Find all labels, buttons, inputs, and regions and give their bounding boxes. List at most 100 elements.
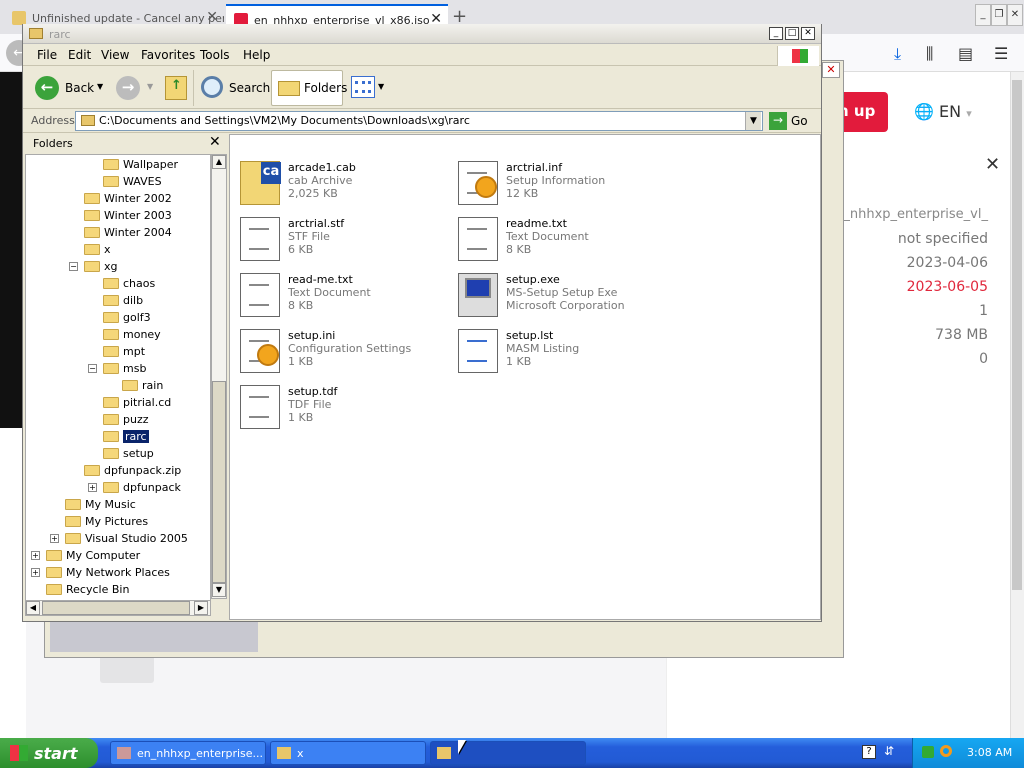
file-item[interactable]: arctrial.stf STF File 6 KB (236, 215, 456, 265)
expand-icon[interactable]: + (88, 483, 97, 492)
window-titlebar[interactable] (23, 24, 821, 44)
file-item[interactable]: readme.txt Text Document 8 KB (454, 215, 674, 265)
tree-node[interactable]: money (103, 327, 161, 344)
library-icon[interactable]: ⫼ (926, 44, 933, 64)
tree-node-label: money (123, 328, 161, 341)
tree-node[interactable]: chaos (103, 276, 155, 293)
tree-node[interactable]: My Pictures (65, 514, 148, 531)
close-icon[interactable]: ✕ (985, 154, 1000, 175)
forward-arrow-icon[interactable]: → (116, 76, 140, 100)
folder-tree[interactable]: Wallpaper WAVES Winter 2002 Winter 2003 Wint… (25, 154, 211, 616)
up-folder-icon[interactable]: ↑ (165, 76, 187, 100)
tree-node[interactable]: Winter 2003 (84, 208, 172, 225)
tree-node[interactable]: golf3 (103, 310, 151, 327)
chevron-down-icon[interactable]: ▼ (378, 82, 384, 91)
menu-tools[interactable]: Tools (200, 48, 230, 62)
file-item[interactable]: setup.ini Configuration Settings 1 KB (236, 327, 456, 377)
expand-icon[interactable]: + (31, 568, 40, 577)
chevron-down-icon[interactable]: ▼ (745, 112, 761, 130)
restore-button[interactable]: ❐ (991, 4, 1007, 26)
tree-node[interactable]: + My Network Places (31, 565, 170, 582)
scrollbar-thumb[interactable] (1012, 80, 1022, 590)
chevron-down-icon: ▾ (966, 107, 972, 120)
tree-horizontal-scrollbar[interactable]: ◀ ▶ (25, 600, 211, 616)
file-item[interactable]: ca arcade1.cab cab Archive 2,025 KB (236, 159, 456, 209)
tree-node[interactable]: Winter 2004 (84, 225, 172, 242)
file-item[interactable]: setup.tdf TDF File 1 KB (236, 383, 456, 433)
setup-info-icon (458, 161, 498, 205)
views-icon[interactable] (351, 76, 375, 98)
taskbar-task[interactable]: x (270, 741, 426, 765)
expand-icon[interactable]: + (50, 534, 59, 543)
hamburger-menu-icon[interactable]: ☰ (994, 44, 1008, 63)
folder-icon (84, 193, 100, 204)
menu-edit[interactable]: Edit (68, 48, 91, 62)
taskbar-task[interactable]: en_nhhxp_enterprise... (110, 741, 266, 765)
menu-file[interactable]: File (37, 48, 57, 62)
tree-node[interactable]: Wallpaper (103, 157, 178, 174)
file-list[interactable]: ca arcade1.cab cab Archive 2,025 KB arctrial… (229, 134, 821, 620)
collapse-icon[interactable]: − (88, 364, 97, 373)
maximize-button[interactable]: □ (785, 27, 799, 40)
tree-node[interactable]: dilb (103, 293, 143, 310)
file-item[interactable]: setup.lst MASM Listing 1 KB (454, 327, 674, 377)
language-selector[interactable]: 🌐 EN ▾ (914, 102, 972, 121)
tree-node[interactable]: pitrial.cd (103, 395, 171, 412)
close-button[interactable]: ✕ (801, 27, 815, 40)
tree-node[interactable]: Recycle Bin (46, 582, 129, 599)
back-button[interactable]: Back (65, 81, 94, 95)
tree-node[interactable]: − msb (88, 361, 146, 378)
file-item[interactable]: setup.exe MS-Setup Setup Exe Microsoft Cor… (454, 271, 674, 321)
folders-button[interactable]: Folders (271, 70, 347, 106)
download-icon[interactable]: ⤓ (894, 44, 901, 64)
tree-node[interactable]: rain (122, 378, 163, 395)
menu-favorites[interactable]: Favorites (141, 48, 195, 62)
sidebar-icon[interactable]: ▤ (958, 44, 973, 63)
tree-node[interactable]: WAVES (103, 174, 162, 191)
tree-vertical-scrollbar[interactable]: ▲ ▼ (211, 154, 227, 599)
mouse-cursor (458, 740, 466, 754)
file-item[interactable]: read-me.txt Text Document 8 KB (236, 271, 456, 321)
taskbar-task[interactable] (430, 741, 586, 765)
folder-icon (81, 115, 95, 126)
menu-help[interactable]: Help (243, 48, 270, 62)
menu-view[interactable]: View (101, 48, 129, 62)
search-icon[interactable] (940, 745, 952, 757)
search-icon[interactable] (201, 76, 223, 98)
close-tab-icon[interactable]: ✕ (206, 9, 218, 25)
chevron-up-icon[interactable]: ⇵ (884, 744, 894, 758)
collapse-icon[interactable]: − (69, 262, 78, 271)
back-arrow-icon[interactable]: ← (35, 76, 59, 100)
close-icon[interactable]: ✕ (822, 62, 840, 78)
minimize-button[interactable]: _ (975, 4, 991, 26)
tree-node[interactable]: − xg (69, 259, 118, 276)
tree-node[interactable]: + Visual Studio 2005 (50, 531, 188, 548)
chevron-down-icon[interactable]: ▼ (97, 82, 103, 91)
file-item[interactable]: arctrial.inf Setup Information 12 KB (454, 159, 674, 209)
file-type: TDF File (288, 398, 332, 411)
tree-node[interactable]: My Music (65, 497, 136, 514)
field-value: 2023-04-06 (906, 255, 988, 271)
tree-node[interactable]: x (84, 242, 111, 259)
help-icon[interactable]: ? (862, 745, 876, 759)
tree-node[interactable]: setup (103, 446, 154, 463)
network-icon[interactable] (922, 746, 934, 758)
tree-node[interactable]: mpt (103, 344, 145, 361)
search-button[interactable]: Search (229, 81, 270, 95)
tree-node[interactable]: + dpfunpack (88, 480, 181, 497)
address-value[interactable]: C:\Documents and Settings\VM2\My Documen… (99, 114, 470, 127)
go-button[interactable]: Go (791, 114, 808, 128)
tree-node[interactable]: puzz (103, 412, 149, 429)
tree-node-label: My Pictures (85, 515, 149, 528)
file-size: 1 KB (506, 355, 532, 368)
tree-node[interactable]: rarc (103, 429, 149, 446)
tree-node[interactable]: Winter 2002 (84, 191, 172, 208)
close-icon[interactable]: ✕ (209, 134, 221, 150)
expand-icon[interactable]: + (31, 551, 40, 560)
chevron-down-icon[interactable]: ▼ (147, 82, 153, 91)
minimize-button[interactable]: _ (769, 27, 783, 40)
tree-node[interactable]: dpfunpack.zip (84, 463, 181, 480)
close-button[interactable]: ✕ (1007, 4, 1023, 26)
tree-node[interactable]: + My Computer (31, 548, 140, 565)
go-arrow-icon[interactable]: → (769, 112, 787, 130)
